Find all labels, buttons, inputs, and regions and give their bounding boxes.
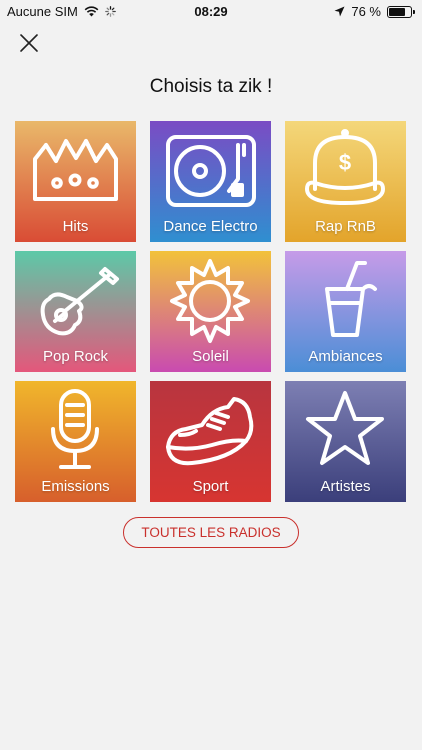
battery-percent: 76 % (351, 4, 381, 19)
category-label: Sport (192, 478, 229, 495)
cocktail-icon (325, 261, 377, 337)
sun-icon (170, 259, 250, 343)
crown-icon (33, 139, 118, 201)
svg-text:$: $ (339, 150, 351, 175)
category-label: Artistes (320, 478, 371, 495)
category-tile-hits[interactable]: Hits (15, 121, 136, 242)
category-tile-dance-electro[interactable]: Dance Electro (150, 121, 271, 242)
guitar-icon (40, 267, 119, 336)
battery-icon (387, 5, 415, 18)
category-grid: Hits Dance Electro $ Rap RnB Pop Rock So… (15, 121, 406, 502)
category-tile-sport[interactable]: Sport (150, 381, 271, 502)
category-label: Rap RnB (315, 218, 376, 235)
page-title: Choisis ta zik ! (149, 76, 273, 97)
sneaker-icon (166, 397, 254, 466)
turntable-icon (166, 135, 256, 207)
category-tile-pop-rock[interactable]: Pop Rock (15, 251, 136, 372)
close-icon[interactable] (17, 31, 41, 55)
status-right: 76 % (334, 4, 415, 19)
all-radios-button[interactable]: TOUTES LES RADIOS (123, 517, 299, 548)
category-label: Ambiances (308, 348, 383, 365)
category-label: Dance Electro (163, 218, 258, 235)
category-label: Pop Rock (42, 348, 109, 365)
category-label: Emissions (41, 478, 110, 495)
category-tile-rap-rnb[interactable]: $ Rap RnB (285, 121, 406, 242)
category-label: Hits (62, 218, 89, 235)
category-label: Soleil (192, 348, 229, 365)
cap-icon: $ (305, 129, 385, 205)
category-tile-emissions[interactable]: Emissions (15, 381, 136, 502)
category-tile-artistes[interactable]: Artistes (285, 381, 406, 502)
star-icon (306, 391, 384, 465)
location-arrow-icon (334, 6, 345, 17)
microphone-icon (51, 389, 99, 469)
status-bar: Aucune SIM 08:29 76 % (0, 0, 422, 22)
category-tile-ambiances[interactable]: Ambiances (285, 251, 406, 372)
battery-level (389, 7, 405, 16)
category-tile-soleil[interactable]: Soleil (150, 251, 271, 372)
